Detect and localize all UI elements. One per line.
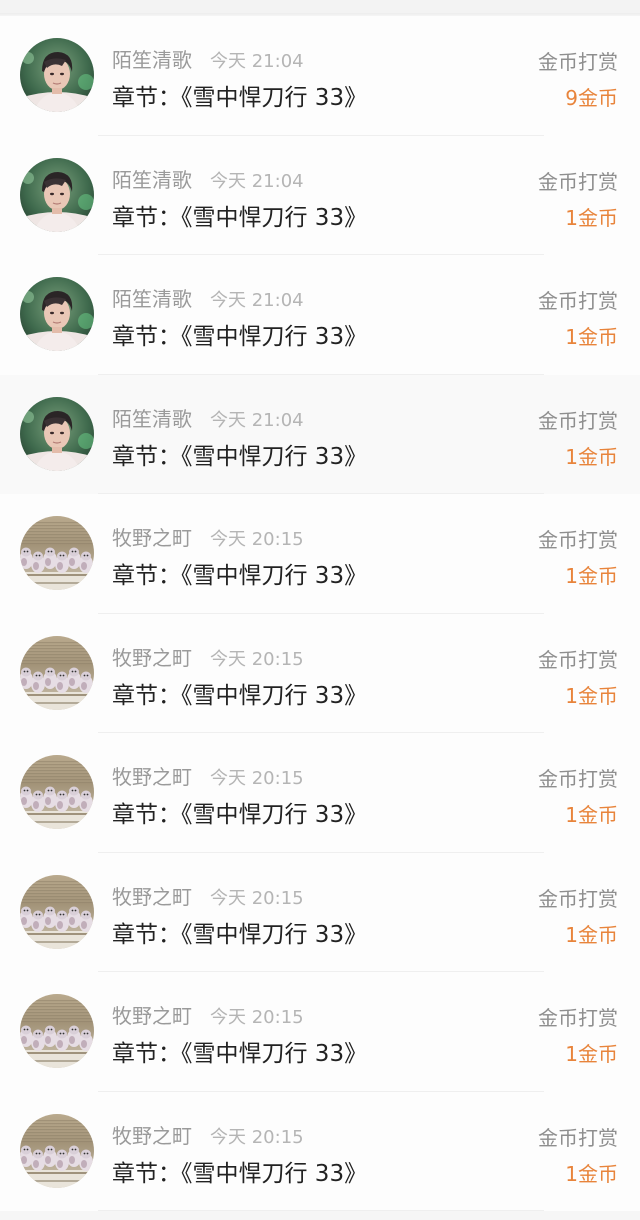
portrait-avatar-image xyxy=(20,396,94,471)
reward-type-label: 金币打赏 xyxy=(538,289,618,313)
cats-avatar-image xyxy=(20,516,94,590)
avatar-cats[interactable] xyxy=(20,516,94,590)
avatar-cats[interactable] xyxy=(20,1113,94,1188)
portrait-avatar-image xyxy=(20,157,94,232)
avatar-portrait[interactable] xyxy=(20,157,94,232)
chapter-title: 章节：《雪中悍刀行 33》 xyxy=(112,204,368,231)
username[interactable]: 牧野之町 xyxy=(112,522,192,551)
timestamp: 今天 21:04 xyxy=(210,51,304,72)
reward-amount: 1金币 xyxy=(565,803,618,827)
record-meta: 陌笙清歌 今天 21:04 xyxy=(112,283,304,313)
username[interactable]: 牧野之町 xyxy=(112,1120,192,1149)
chapter-title: 章节：《雪中悍刀行 33》 xyxy=(112,682,368,709)
reward-type-label: 金币打赏 xyxy=(538,886,618,911)
reward-record-row-9[interactable]: 牧野之町 今天 20:15 章节：《雪中悍刀行 33》 金币打赏 1金币 xyxy=(0,972,640,1092)
chapter-title: 章节：《雪中悍刀行 33》 xyxy=(112,85,368,111)
username[interactable]: 牧野之町 xyxy=(112,642,192,671)
record-meta: 牧野之町 今天 20:15 xyxy=(112,522,304,552)
reward-amount: 1金币 xyxy=(565,683,618,708)
avatar-portrait[interactable] xyxy=(20,38,94,112)
cats-avatar-image xyxy=(20,635,94,710)
chapter-title: 章节：《雪中悍刀行 33》 xyxy=(112,921,368,948)
reward-record-row-5[interactable]: 牧野之町 今天 20:15 章节：《雪中悍刀行 33》 金币打赏 1金币 xyxy=(0,494,640,614)
record-meta: 牧野之町 今天 20:15 xyxy=(112,1000,304,1030)
reward-amount: 1金币 xyxy=(565,325,618,349)
chapter-title: 章节：《雪中悍刀行 33》 xyxy=(112,324,368,350)
record-meta: 牧野之町 今天 20:15 xyxy=(112,761,304,791)
username[interactable]: 陌笙清歌 xyxy=(112,403,192,432)
reward-amount: 1金币 xyxy=(565,564,618,588)
timestamp: 今天 20:15 xyxy=(210,648,304,670)
reward-record-row-1[interactable]: 陌笙清歌 今天 21:04 章节：《雪中悍刀行 33》 金币打赏 9金币 xyxy=(0,16,640,136)
reward-type-label: 金币打赏 xyxy=(538,50,618,74)
cats-avatar-image xyxy=(20,994,94,1068)
username[interactable]: 牧野之町 xyxy=(112,1000,192,1029)
timestamp: 今天 20:15 xyxy=(210,887,304,909)
reward-type-label: 金币打赏 xyxy=(538,408,618,433)
reward-record-row-4[interactable]: 陌笙清歌 今天 21:04 章节：《雪中悍刀行 33》 金币打赏 1金币 xyxy=(0,374,640,494)
reward-type-label: 金币打赏 xyxy=(538,647,618,672)
cats-avatar-image xyxy=(20,755,94,829)
reward-record-row-3[interactable]: 陌笙清歌 今天 21:04 章节：《雪中悍刀行 33》 金币打赏 1金币 xyxy=(0,255,640,375)
avatar-cats[interactable] xyxy=(20,874,94,949)
reward-amount: 9金币 xyxy=(565,86,618,110)
reward-record-row-8[interactable]: 牧野之町 今天 20:15 章节：《雪中悍刀行 33》 金币打赏 1金币 xyxy=(0,852,640,972)
username[interactable]: 陌笙清歌 xyxy=(112,283,192,312)
reward-type-label: 金币打赏 xyxy=(538,1125,618,1150)
cats-avatar-image xyxy=(20,874,94,949)
timestamp: 今天 21:04 xyxy=(210,290,304,311)
row-divider xyxy=(98,1210,544,1211)
avatar-portrait[interactable] xyxy=(20,277,94,351)
cats-avatar-image xyxy=(20,1113,94,1188)
record-meta: 陌笙清歌 今天 21:04 xyxy=(112,164,304,194)
reward-type-label: 金币打赏 xyxy=(538,528,618,552)
chapter-title: 章节：《雪中悍刀行 33》 xyxy=(112,1041,368,1067)
timestamp: 今天 20:15 xyxy=(210,1007,304,1028)
avatar-cats[interactable] xyxy=(20,994,94,1068)
reward-amount: 1金币 xyxy=(565,1161,618,1186)
reward-amount: 1金币 xyxy=(565,205,618,230)
reward-record-row-6[interactable]: 牧野之町 今天 20:15 章节：《雪中悍刀行 33》 金币打赏 1金币 xyxy=(0,613,640,733)
record-meta: 牧野之町 今天 20:15 xyxy=(112,1120,304,1150)
reward-record-row-2[interactable]: 陌笙清歌 今天 21:04 章节：《雪中悍刀行 33》 金币打赏 1金币 xyxy=(0,135,640,255)
reward-amount: 1金币 xyxy=(565,444,618,469)
reward-amount: 1金币 xyxy=(565,1042,618,1066)
avatar-portrait[interactable] xyxy=(20,396,94,471)
timestamp: 今天 21:04 xyxy=(210,170,304,192)
chapter-title: 章节：《雪中悍刀行 33》 xyxy=(112,802,368,828)
avatar-cats[interactable] xyxy=(20,755,94,829)
chapter-title: 章节：《雪中悍刀行 33》 xyxy=(112,443,368,470)
username[interactable]: 牧野之町 xyxy=(112,881,192,910)
timestamp: 今天 20:15 xyxy=(210,1126,304,1148)
record-meta: 牧野之町 今天 20:15 xyxy=(112,642,304,672)
record-meta: 陌笙清歌 今天 21:04 xyxy=(112,44,304,74)
reward-record-list: 陌笙清歌 今天 21:04 章节：《雪中悍刀行 33》 金币打赏 9金币 陌笙清… xyxy=(0,16,640,1211)
top-edge xyxy=(0,0,640,16)
portrait-avatar-image xyxy=(20,38,94,112)
avatar-cats[interactable] xyxy=(20,635,94,710)
portrait-avatar-image xyxy=(20,277,94,351)
timestamp: 今天 20:15 xyxy=(210,529,304,550)
chapter-title: 章节：《雪中悍刀行 33》 xyxy=(112,563,368,589)
record-meta: 陌笙清歌 今天 21:04 xyxy=(112,403,304,433)
username[interactable]: 陌笙清歌 xyxy=(112,44,192,73)
reward-type-label: 金币打赏 xyxy=(538,1006,618,1030)
reward-type-label: 金币打赏 xyxy=(538,169,618,194)
username[interactable]: 陌笙清歌 xyxy=(112,164,192,193)
timestamp: 今天 21:04 xyxy=(210,409,304,431)
reward-amount: 1金币 xyxy=(565,922,618,947)
reward-record-row-10[interactable]: 牧野之町 今天 20:15 章节：《雪中悍刀行 33》 金币打赏 1金币 xyxy=(0,1091,640,1211)
reward-type-label: 金币打赏 xyxy=(538,767,618,791)
record-meta: 牧野之町 今天 20:15 xyxy=(112,881,304,911)
username[interactable]: 牧野之町 xyxy=(112,761,192,790)
reward-record-row-7[interactable]: 牧野之町 今天 20:15 章节：《雪中悍刀行 33》 金币打赏 1金币 xyxy=(0,733,640,853)
timestamp: 今天 20:15 xyxy=(210,768,304,789)
chapter-title: 章节：《雪中悍刀行 33》 xyxy=(112,1160,368,1187)
